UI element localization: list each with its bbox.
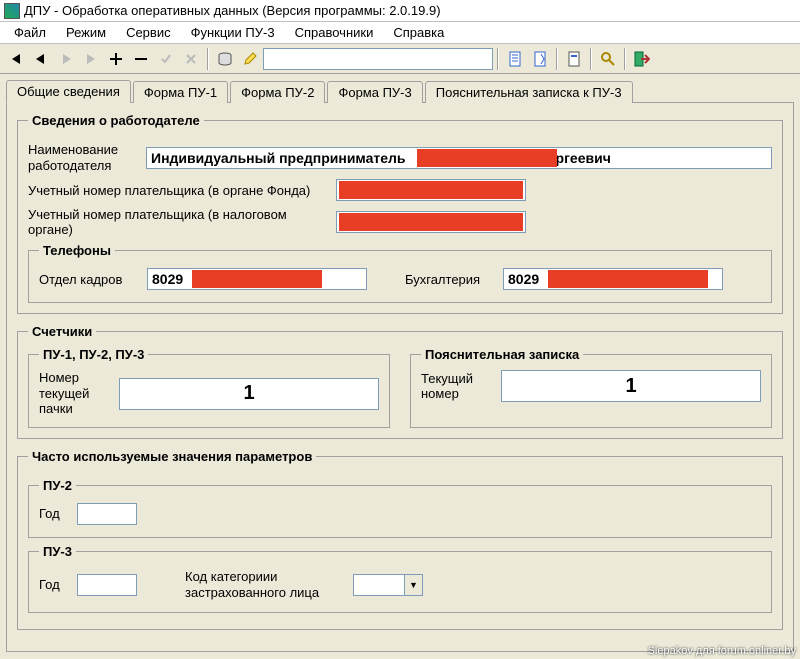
note-counter-label: Текущий номер	[421, 371, 491, 402]
pu3-params-legend: ПУ-3	[39, 544, 76, 559]
pu3-category-combo[interactable]: ▼	[353, 574, 423, 596]
note-counter-value[interactable]: 1	[501, 370, 761, 402]
pu3-category-label: Код категориии застрахованного лица	[185, 569, 345, 600]
cancel-icon[interactable]	[179, 47, 203, 71]
pu2-year-label: Год	[39, 506, 69, 521]
tab-panel-general: Сведения о работодателе Наименование раб…	[6, 102, 794, 652]
doc1-icon[interactable]	[503, 47, 527, 71]
tab-pu2[interactable]: Форма ПУ-2	[230, 81, 325, 103]
db-icon[interactable]	[213, 47, 237, 71]
pu-counter-legend: ПУ-1, ПУ-2, ПУ-3	[39, 347, 148, 362]
nav-prev-icon[interactable]	[29, 47, 53, 71]
acct-tax-label: Учетный номер плательщика (в налоговом о…	[28, 207, 328, 237]
find-icon[interactable]	[596, 47, 620, 71]
app-icon	[4, 3, 20, 19]
employer-name-label: Наименование работодателя	[28, 142, 138, 173]
phones-fieldset: Телефоны Отдел кадров 8029 Бухгалтерия 8…	[28, 243, 772, 303]
menu-mode[interactable]: Режим	[56, 23, 116, 42]
doc2-icon[interactable]	[528, 47, 552, 71]
menu-bar: Файл Режим Сервис Функции ПУ-3 Справочни…	[0, 22, 800, 44]
menu-file[interactable]: Файл	[4, 23, 56, 42]
employer-fieldset: Сведения о работодателе Наименование раб…	[17, 113, 783, 314]
params-legend: Часто используемые значения параметров	[28, 449, 316, 464]
pu-counter-fieldset: ПУ-1, ПУ-2, ПУ-3 Номер текущей пачки 1	[28, 347, 390, 428]
pu2-params-fieldset: ПУ-2 Год	[28, 478, 772, 538]
redacted-block	[339, 181, 523, 199]
pu3-year-label: Год	[39, 577, 69, 592]
tab-pu1[interactable]: Форма ПУ-1	[133, 81, 228, 103]
acct-fund-field[interactable]	[336, 179, 526, 201]
employer-legend: Сведения о работодателе	[28, 113, 204, 128]
edit-icon[interactable]	[238, 47, 262, 71]
nav-first-icon[interactable]	[4, 47, 28, 71]
toolbar-search-input[interactable]	[263, 48, 493, 70]
pu2-year-input[interactable]	[77, 503, 137, 525]
note-counter-fieldset: Пояснительная записка Текущий номер 1	[410, 347, 772, 428]
accounting-phone-label: Бухгалтерия	[405, 272, 495, 287]
redacted-block	[548, 270, 708, 288]
phones-legend: Телефоны	[39, 243, 115, 258]
hr-phone-field[interactable]: 8029	[147, 268, 367, 290]
counters-fieldset: Счетчики ПУ-1, ПУ-2, ПУ-3 Номер текущей …	[17, 324, 783, 439]
doc3-icon[interactable]	[562, 47, 586, 71]
pu-counter-value[interactable]: 1	[119, 378, 379, 410]
menu-functions[interactable]: Функции ПУ-3	[181, 23, 285, 42]
pu3-year-input[interactable]	[77, 574, 137, 596]
acct-fund-label: Учетный номер плательщика (в органе Фонд…	[28, 183, 328, 198]
pu-counter-label: Номер текущей пачки	[39, 370, 109, 417]
tab-note[interactable]: Пояснительная записка к ПУ-3	[425, 81, 633, 103]
menu-service[interactable]: Сервис	[116, 23, 181, 42]
chevron-down-icon[interactable]: ▼	[404, 575, 422, 595]
menu-directories[interactable]: Справочники	[285, 23, 384, 42]
exit-icon[interactable]	[630, 47, 654, 71]
pu3-params-fieldset: ПУ-3 Год Код категориии застрахованного …	[28, 544, 772, 613]
params-fieldset: Часто используемые значения параметров П…	[17, 449, 783, 630]
nav-next-icon[interactable]	[54, 47, 78, 71]
tab-general[interactable]: Общие сведения	[6, 80, 131, 103]
redacted-block	[192, 270, 322, 288]
tab-bar: Общие сведения Форма ПУ-1 Форма ПУ-2 Фор…	[0, 74, 800, 102]
pu2-params-legend: ПУ-2	[39, 478, 76, 493]
remove-icon[interactable]	[129, 47, 153, 71]
add-icon[interactable]	[104, 47, 128, 71]
counters-legend: Счетчики	[28, 324, 96, 339]
commit-icon[interactable]	[154, 47, 178, 71]
hr-phone-label: Отдел кадров	[39, 272, 139, 287]
nav-last-icon[interactable]	[79, 47, 103, 71]
redacted-block	[339, 213, 523, 231]
accounting-phone-field[interactable]: 8029	[503, 268, 723, 290]
redacted-block	[417, 149, 557, 167]
toolbar	[0, 44, 800, 74]
acct-tax-field[interactable]	[336, 211, 526, 233]
watermark: Slepakov для forum.onliner.by	[648, 645, 796, 657]
menu-help[interactable]: Справка	[383, 23, 454, 42]
employer-name-field[interactable]: Индивидуальный предприниматель ргеевич	[146, 147, 772, 169]
tab-pu3[interactable]: Форма ПУ-3	[327, 81, 422, 103]
note-counter-legend: Пояснительная записка	[421, 347, 583, 362]
title-bar: ДПУ - Обработка оперативных данных (Верс…	[0, 0, 800, 22]
window-title: ДПУ - Обработка оперативных данных (Верс…	[24, 3, 441, 18]
